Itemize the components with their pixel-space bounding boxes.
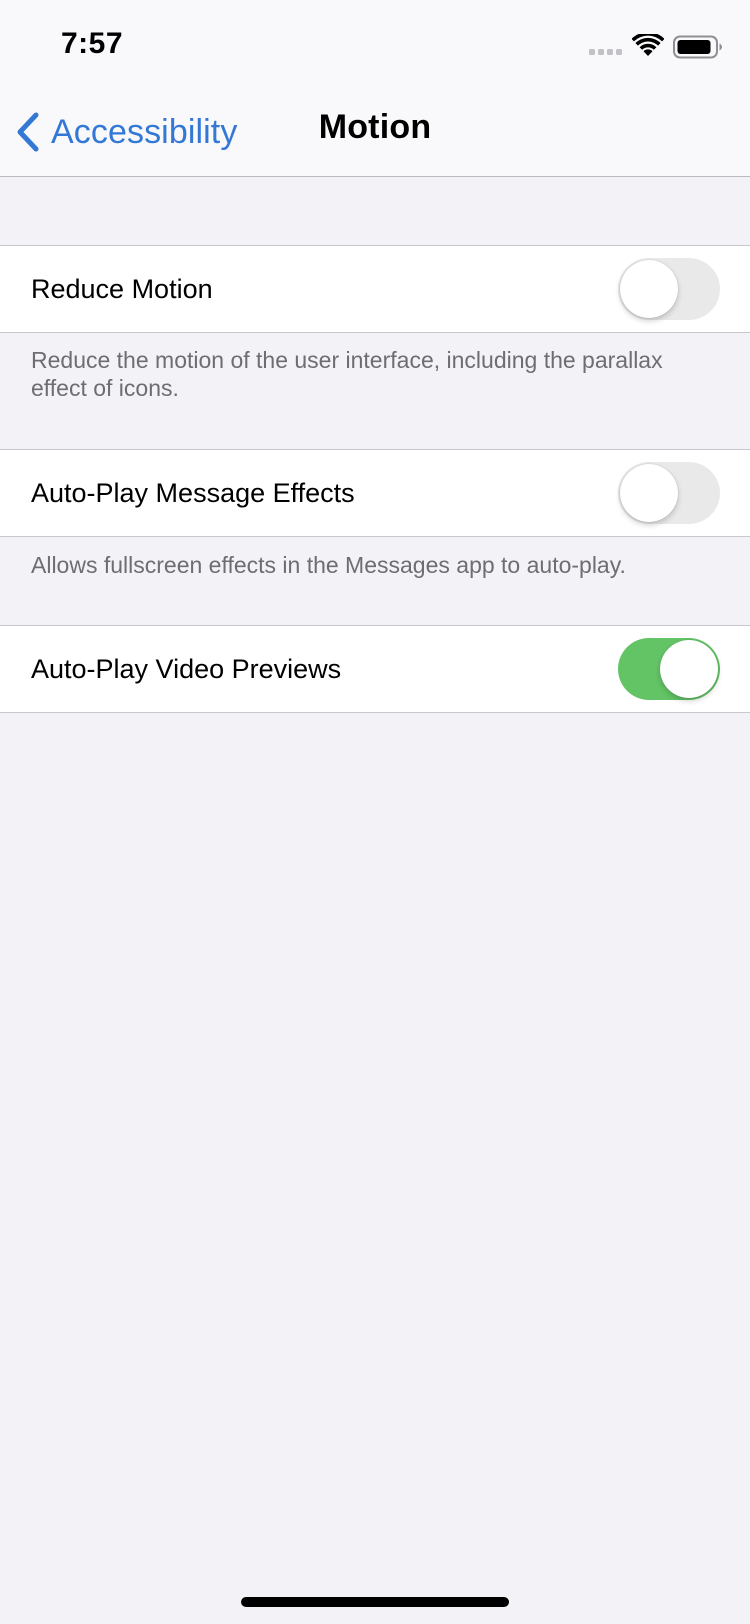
page-title: Motion [318, 108, 432, 146]
status-time: 7:57 [61, 27, 124, 60]
toggle-knob [620, 464, 678, 522]
toggle-knob [660, 640, 718, 698]
setting-row-reduce-motion: Reduce Motion [0, 245, 750, 333]
setting-footer-auto-play-message-effects: Allows fullscreen effects in the Message… [31, 552, 626, 578]
wifi-icon [632, 34, 664, 56]
toggle-knob [620, 260, 678, 318]
reduce-motion-toggle[interactable] [618, 258, 720, 320]
setting-row-auto-play-message-effects: Auto-Play Message Effects [0, 449, 750, 537]
auto-play-video-previews-toggle[interactable] [618, 638, 720, 700]
auto-play-message-effects-toggle[interactable] [618, 462, 720, 524]
setting-footer-reduce-motion: Reduce the motion of the user interface,… [31, 347, 663, 401]
home-indicator[interactable] [241, 1597, 509, 1607]
navigation-header: 7:57 Accessibility Motion [0, 0, 750, 177]
setting-row-auto-play-video-previews: Auto-Play Video Previews [0, 625, 750, 713]
setting-label: Reduce Motion [31, 274, 213, 304]
setting-label: Auto-Play Message Effects [31, 478, 355, 508]
setting-label: Auto-Play Video Previews [31, 654, 342, 684]
battery-icon [673, 35, 722, 59]
motion-settings-screen: 7:57 Accessibility Motion Reduce Motion [0, 0, 750, 1624]
cellular-signal-icon [589, 49, 622, 55]
